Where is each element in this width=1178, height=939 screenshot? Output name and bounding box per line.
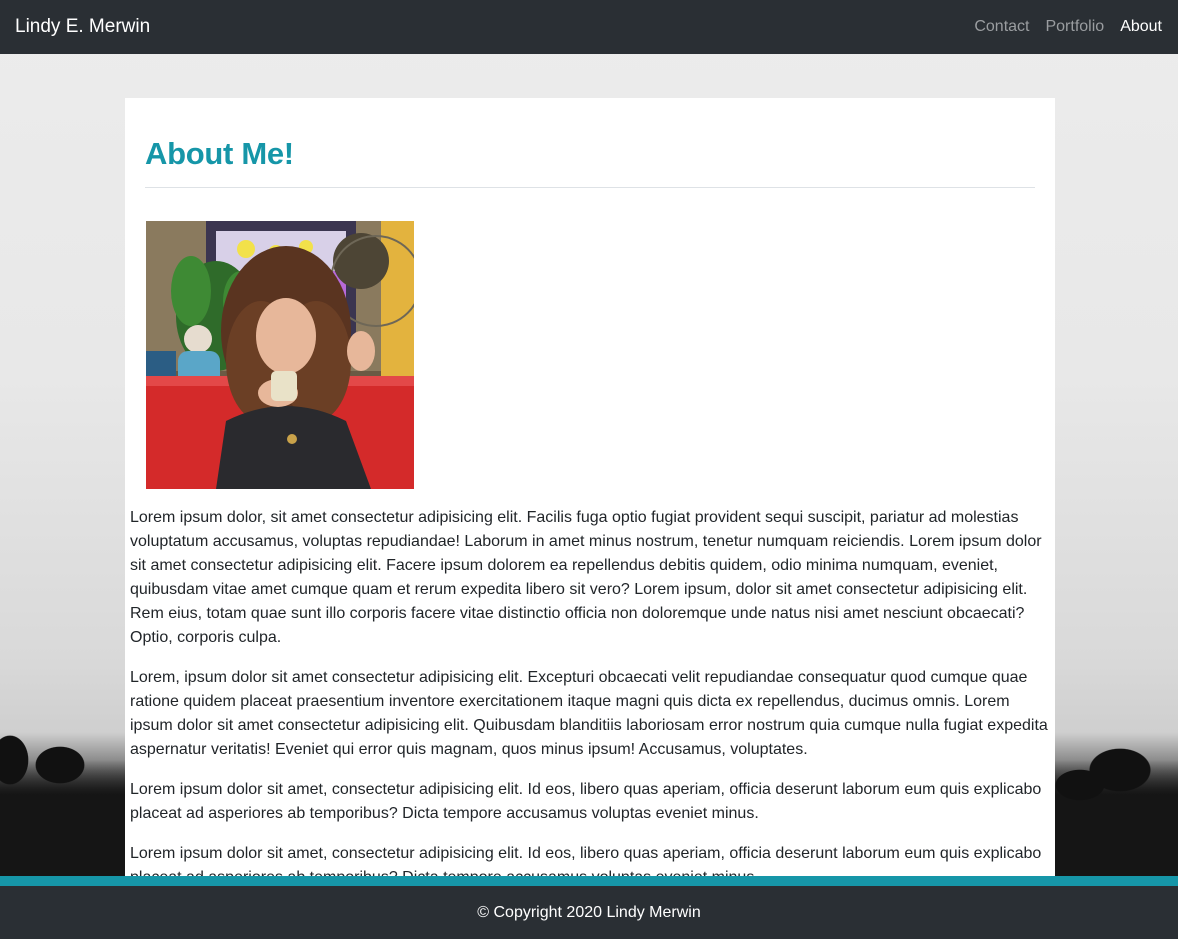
about-card: About Me! Lorem ipsum dolor, sit amet co…	[125, 98, 1055, 898]
bio-paragraph-3: Lorem ipsum dolor sit amet, consectetur …	[130, 781, 1042, 822]
site-footer: © Copyright 2020 Lindy Merwin	[0, 876, 1178, 939]
bio-paragraph-2: Lorem, ipsum dolor sit amet consectetur …	[130, 669, 1048, 758]
page-title: About Me!	[145, 136, 294, 171]
nav-link-portfolio[interactable]: Portfolio	[1045, 18, 1104, 36]
bio-paragraph-1: Lorem ipsum dolor, sit amet consectetur …	[130, 509, 1042, 646]
title-divider	[145, 187, 1035, 188]
brand-link[interactable]: Lindy E. Merwin	[15, 16, 150, 38]
copyright-text: © Copyright 2020 Lindy Merwin	[477, 903, 701, 921]
profile-photo	[146, 221, 414, 489]
nav-links: Contact Portfolio About	[974, 18, 1162, 36]
nav-link-contact[interactable]: Contact	[974, 18, 1029, 36]
bio-text: Lorem ipsum dolor, sit amet consectetur …	[130, 506, 1052, 898]
nav-link-about[interactable]: About	[1120, 18, 1162, 36]
top-navbar: Lindy E. Merwin Contact Portfolio About	[0, 0, 1178, 54]
